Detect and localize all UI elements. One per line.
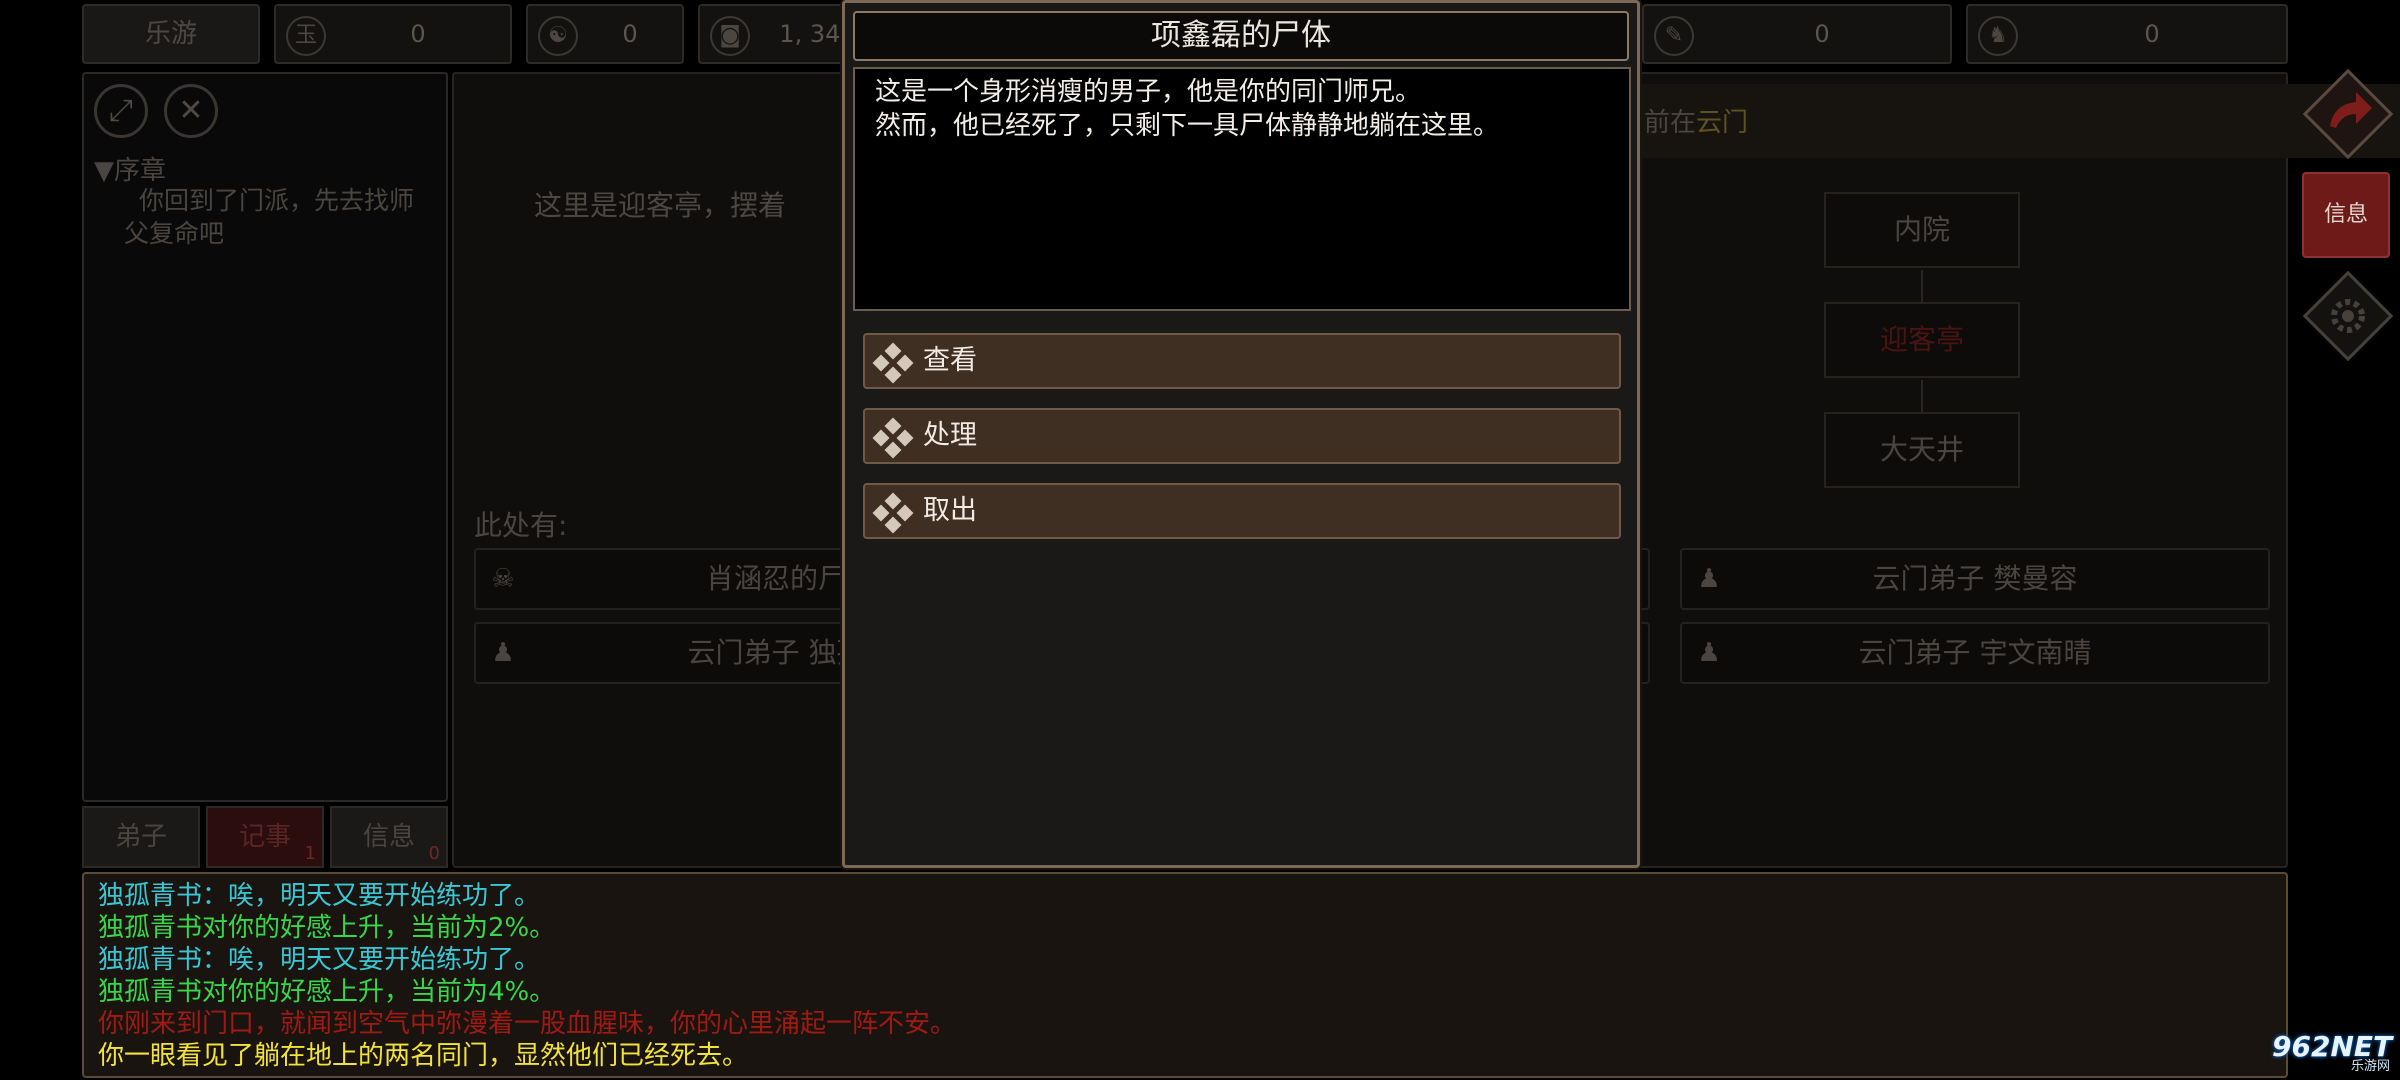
entity-label: 云门弟子 樊曼容	[1872, 562, 2078, 595]
log-line: 你一眼看见了躺在地上的两名同门，显然他们已经死去。	[98, 1041, 749, 1071]
corpse-dialog: 项鑫磊的尸体 这是一个身形消瘦的男子，他是你的同门师兄。 然而，他已经死了，只剩…	[842, 0, 1640, 868]
here-label: 此处有:	[474, 509, 568, 542]
return-button[interactable]	[2302, 68, 2394, 160]
log-line: 独孤青书：唉，明天又要开始练功了。	[98, 881, 541, 911]
map-room-label: 迎客亭	[1879, 323, 1964, 356]
tab-count-badge: 0	[428, 843, 440, 864]
tab-disciples[interactable]: 弟子	[82, 806, 200, 868]
location-text: 前在云门	[1644, 102, 1748, 139]
option-label: 查看	[923, 345, 977, 376]
dialog-desc-line: 这是一个身形消瘦的男子，他是你的同门师兄。	[875, 77, 1422, 107]
gear-icon	[2331, 299, 2365, 333]
resource-yinyang: ☯ 0	[526, 4, 684, 64]
resource-value: 0	[2144, 20, 2160, 48]
entity-label: 云门弟子 宇文南晴	[1858, 636, 2092, 669]
resource-beast: ♞ 0	[1966, 4, 2288, 64]
resource-jade: 玉 0	[274, 4, 512, 64]
chapter-title[interactable]: ▼序章	[94, 150, 166, 187]
scene-description: 这里是迎客亭，摆着	[534, 189, 787, 222]
quest-panel: ⤢ ✕ ▼序章 你回到了门派，先去找师父复命吧	[82, 72, 448, 802]
location-name: 云门	[1696, 108, 1749, 138]
diamond-bullet-icon	[872, 492, 914, 534]
map-room-current[interactable]: 迎客亭	[1824, 302, 2020, 378]
player-name-box[interactable]: 乐游	[82, 4, 260, 64]
resource-value: 0	[1814, 20, 1830, 48]
diamond-bullet-icon	[872, 417, 914, 459]
log-line: 独孤青书：唉，明天又要开始练功了。	[98, 945, 541, 975]
map-room-courtyard[interactable]: 大天井	[1824, 412, 2020, 488]
info-button-label: 信息	[2323, 202, 2368, 227]
resource-value: 0	[410, 20, 426, 48]
resource-value: 0	[622, 20, 638, 48]
tab-journal[interactable]: 记事 1	[206, 806, 324, 868]
tab-label: 记事	[238, 822, 291, 852]
option-inspect-button[interactable]: 查看	[863, 333, 1621, 389]
tab-count-badge: 1	[304, 843, 316, 864]
map-room-inner-court[interactable]: 内院	[1824, 192, 2020, 268]
entity-disciple[interactable]: ♟ 云门弟子 宇文南晴	[1680, 622, 2270, 684]
log-line: 你刚来到门口，就闻到空气中弥漫着一股血腥味，你的心里涌起一阵不安。	[98, 1009, 957, 1039]
resource-brush: ✎ 0	[1642, 4, 1952, 64]
player-name: 乐游	[144, 19, 197, 49]
tab-label: 信息	[362, 822, 415, 852]
option-label: 取出	[923, 495, 977, 526]
expand-icon[interactable]: ⤢	[94, 84, 148, 138]
close-icon[interactable]: ✕	[164, 84, 218, 138]
diamond-bullet-icon	[872, 342, 914, 384]
info-button[interactable]: 信息	[2302, 172, 2390, 258]
map-room-label: 内院	[1893, 213, 1950, 246]
map-connector	[1921, 270, 1923, 302]
dialog-desc-line: 然而，他已经死了，只剩下一具尸体静静地躺在这里。	[875, 111, 1500, 141]
tab-info[interactable]: 信息 0	[330, 806, 448, 868]
option-take-out-button[interactable]: 取出	[863, 483, 1621, 539]
tab-label: 弟子	[114, 822, 167, 852]
settings-button[interactable]	[2302, 270, 2394, 362]
map-connector	[1921, 380, 1923, 412]
option-label: 处理	[923, 420, 977, 451]
option-handle-button[interactable]: 处理	[863, 408, 1621, 464]
site-watermark-logo: 962NET 乐游网	[2262, 1030, 2394, 1074]
return-arrow-icon	[2330, 92, 2372, 128]
left-tabs: 弟子 记事 1 信息 0	[82, 806, 448, 868]
entity-disciple[interactable]: ♟ 云门弟子 樊曼容	[1680, 548, 2270, 610]
dialog-description: 这是一个身形消瘦的男子，他是你的同门师兄。 然而，他已经死了，只剩下一具尸体静静…	[853, 67, 1631, 311]
map-room-label: 大天井	[1879, 433, 1964, 466]
message-log[interactable]: 独孤青书：唉，明天又要开始练功了。 独孤青书对你的好感上升，当前为2%。 独孤青…	[82, 872, 2288, 1078]
dialog-title: 项鑫磊的尸体	[853, 11, 1629, 61]
log-line: 独孤青书对你的好感上升，当前为2%。	[98, 913, 556, 943]
location-prefix: 前在	[1644, 108, 1697, 138]
quest-text: 你回到了门派，先去找师父复命吧	[124, 186, 415, 248]
log-line: 独孤青书对你的好感上升，当前为4%。	[98, 977, 556, 1007]
watermark-subtext: 乐游网	[2350, 1059, 2390, 1074]
